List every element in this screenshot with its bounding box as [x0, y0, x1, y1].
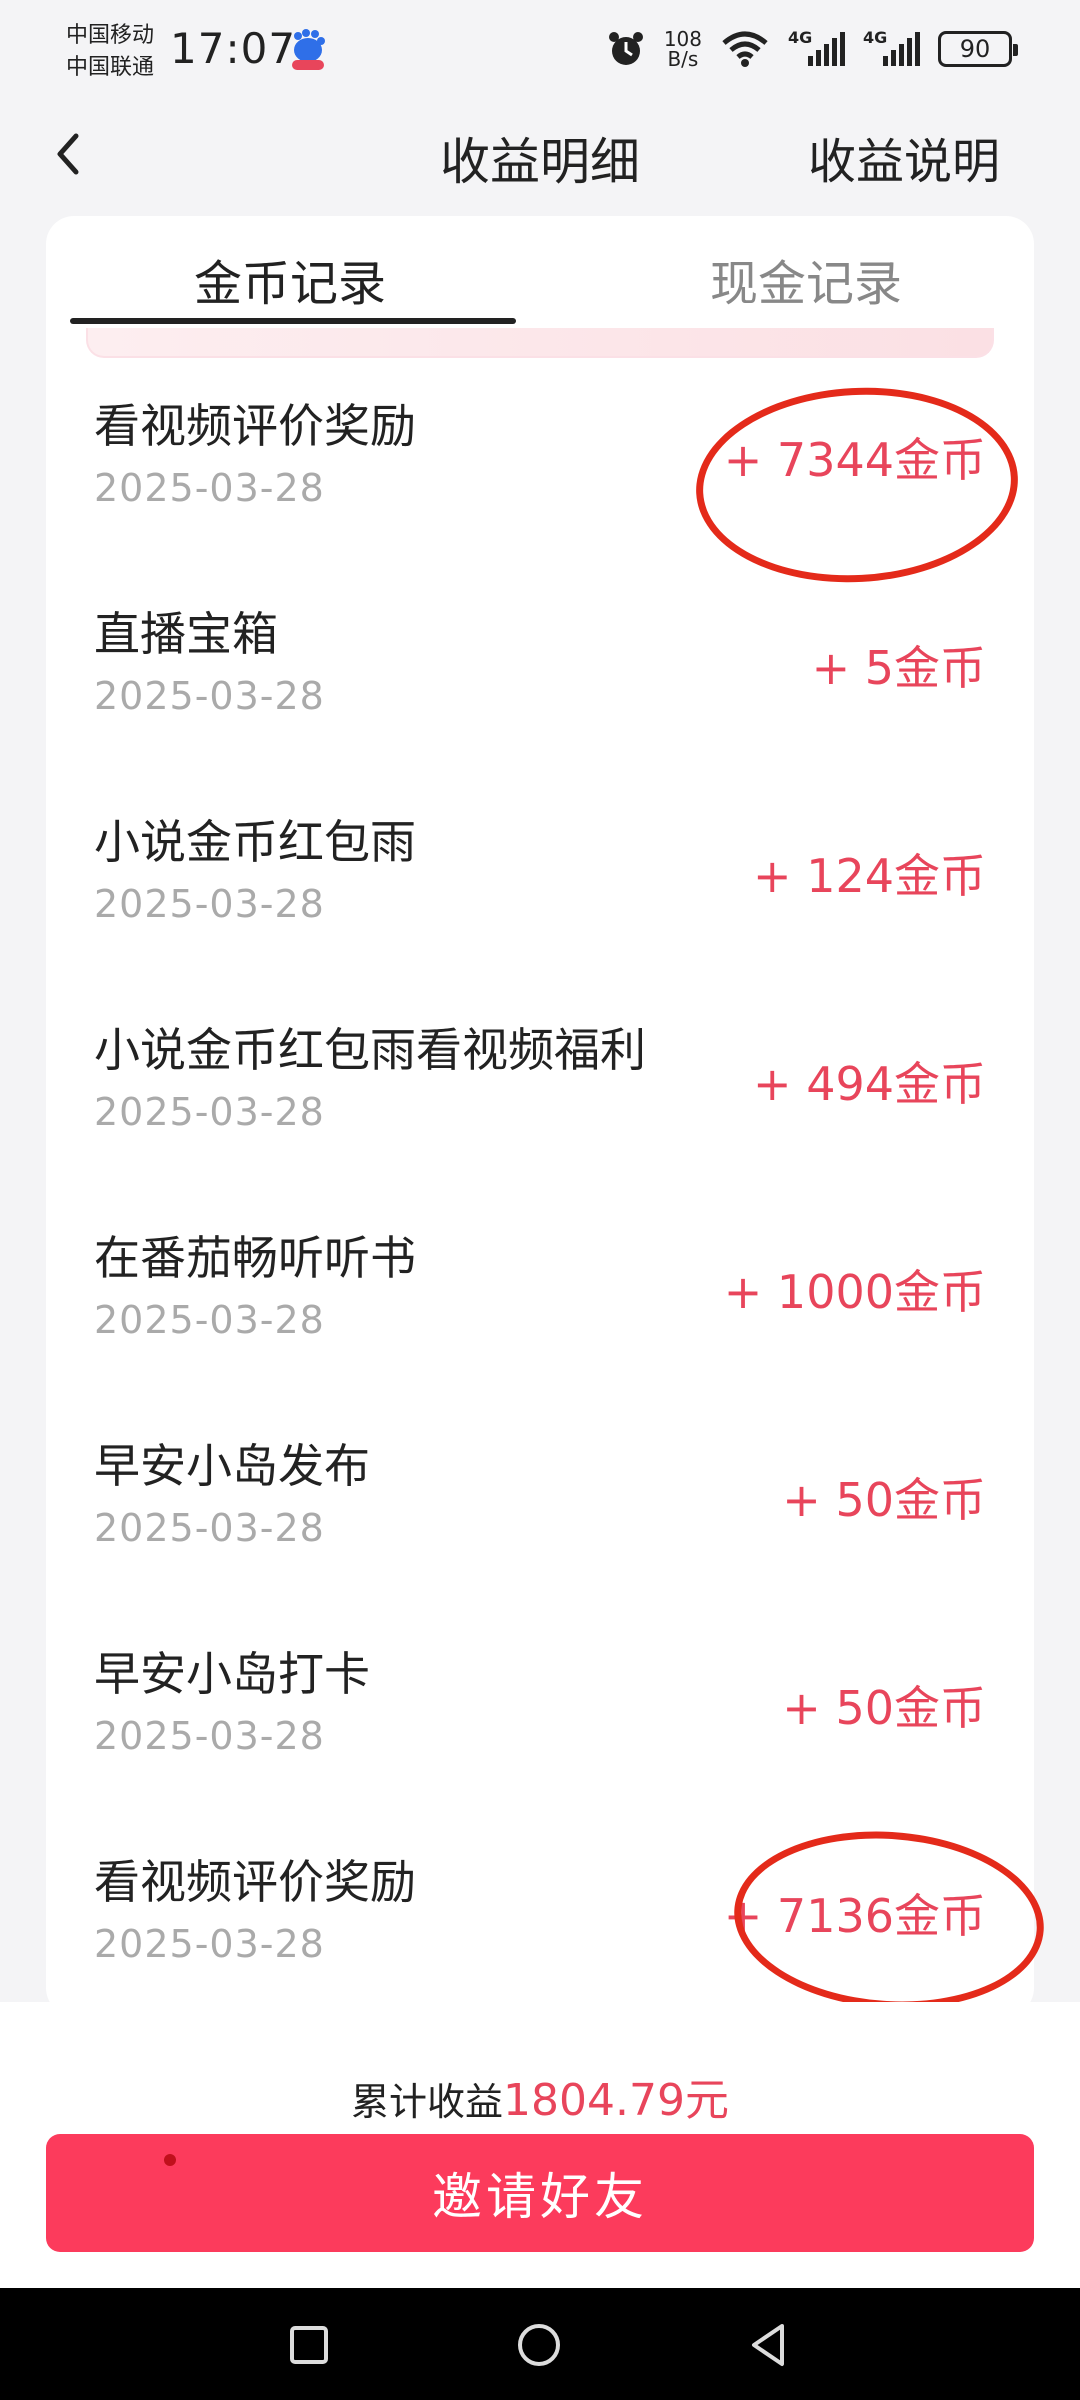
- record-title: 小说金币红包雨看视频福利: [94, 1023, 646, 1077]
- records-card: 金币记录 现金记录 看视频评价奖励 2025-03-28 + 7344金币 直播…: [46, 216, 1034, 2016]
- record-amount: + 7136金币: [723, 1889, 986, 1943]
- record-date: 2025-03-28: [94, 1298, 325, 1342]
- record-amount: + 50金币: [782, 1473, 986, 1527]
- carrier-2: 中国联通: [66, 55, 155, 80]
- invite-friends-button[interactable]: 邀请好友: [46, 2134, 1034, 2252]
- carrier-info: 中国移动 中国联通: [66, 20, 154, 84]
- list-item: 早安小岛发布 2025-03-28 + 50金币: [46, 1396, 1034, 1604]
- record-date: 2025-03-28: [94, 466, 325, 510]
- record-date: 2025-03-28: [94, 882, 325, 926]
- signal-icon-1: 4G: [788, 28, 845, 66]
- list-item: 早安小岛打卡 2025-03-28 + 50金币: [46, 1604, 1034, 1812]
- footer-panel: 累计收益1804.79元 邀请好友: [0, 2002, 1080, 2288]
- tab-bar: 金币记录 现金记录: [46, 216, 1034, 326]
- tab-coin-records[interactable]: 金币记录: [70, 244, 510, 314]
- record-title: 在番茄畅听听书: [94, 1231, 416, 1285]
- earnings-explanation-link[interactable]: 收益说明: [808, 122, 1000, 192]
- record-title: 小说金币红包雨: [94, 815, 416, 869]
- record-date: 2025-03-28: [94, 1922, 325, 1966]
- record-amount: + 5金币: [811, 641, 986, 695]
- record-date: 2025-03-28: [94, 1090, 325, 1134]
- status-bar: 中国移动 中国联通 17:07 108 B/s 4G 4G 90: [0, 0, 1080, 100]
- net-speed-unit: B/s: [667, 47, 699, 71]
- record-amount: + 1000金币: [723, 1265, 986, 1319]
- network-speed: 108 B/s: [664, 29, 702, 69]
- list-item: 看视频评价奖励 2025-03-28 + 7344金币: [46, 356, 1034, 564]
- net-speed-value: 108: [663, 27, 702, 51]
- list-item: 在番茄畅听听书 2025-03-28 + 1000金币: [46, 1188, 1034, 1396]
- list-item: 小说金币红包雨看视频福利 2025-03-28 + 494金币: [46, 980, 1034, 1188]
- battery-icon: 90: [938, 31, 1018, 67]
- banner-strip: [86, 328, 994, 358]
- total-earnings: 累计收益1804.79元: [0, 2064, 1080, 2128]
- system-back-icon[interactable]: [744, 2320, 794, 2370]
- signal-1-label: 4G: [788, 28, 813, 47]
- record-amount: + 494金币: [753, 1057, 986, 1111]
- list-item: 小说金币红包雨 2025-03-28 + 124金币: [46, 772, 1034, 980]
- record-date: 2025-03-28: [94, 1714, 325, 1758]
- tab-cash-records[interactable]: 现金记录: [586, 244, 1026, 314]
- total-earnings-label: 累计收益: [351, 2080, 504, 2124]
- record-amount: + 7344金币: [723, 433, 986, 487]
- active-tab-indicator: [70, 318, 516, 324]
- page-header: 收益明细 收益说明: [0, 100, 1080, 210]
- records-list: 看视频评价奖励 2025-03-28 + 7344金币 直播宝箱 2025-03…: [46, 356, 1034, 2016]
- system-nav-bar: [0, 2288, 1080, 2400]
- baidu-app-icon: [292, 29, 325, 70]
- record-title: 早安小岛发布: [94, 1439, 370, 1493]
- wifi-icon: [722, 31, 768, 67]
- list-item: 看视频评价奖励 2025-03-28 + 7136金币: [46, 1812, 1034, 2016]
- recent-apps-icon[interactable]: [284, 2320, 334, 2370]
- record-title: 看视频评价奖励: [94, 399, 416, 453]
- record-title: 早安小岛打卡: [94, 1647, 370, 1701]
- alarm-icon: [608, 32, 643, 65]
- record-date: 2025-03-28: [94, 674, 325, 718]
- total-earnings-amount: 1804.79元: [503, 2075, 729, 2126]
- annotation-dot: [164, 2154, 176, 2166]
- record-amount: + 124金币: [753, 849, 986, 903]
- record-date: 2025-03-28: [94, 1506, 325, 1550]
- signal-2-label: 4G: [863, 28, 888, 47]
- battery-level: 90: [959, 35, 991, 63]
- carrier-1: 中国移动: [66, 23, 155, 48]
- record-title: 看视频评价奖励: [94, 1855, 416, 1909]
- record-amount: + 50金币: [782, 1681, 986, 1735]
- list-item: 直播宝箱 2025-03-28 + 5金币: [46, 564, 1034, 772]
- clock: 17:07: [170, 24, 297, 73]
- home-icon[interactable]: [514, 2320, 564, 2370]
- invite-friends-label: 邀请好友: [432, 2168, 648, 2226]
- record-title: 直播宝箱: [94, 607, 278, 661]
- signal-icon-2: 4G: [863, 28, 920, 66]
